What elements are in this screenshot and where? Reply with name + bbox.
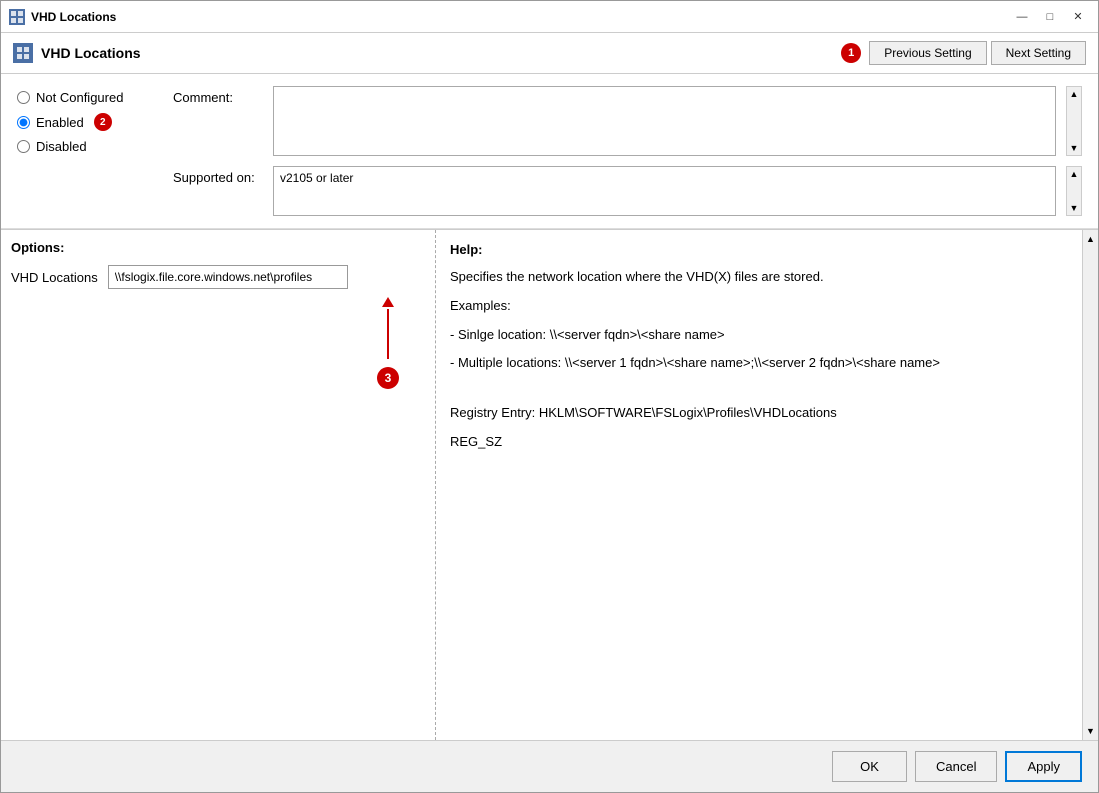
- enabled-badge: 2: [94, 113, 112, 131]
- top-section: Not Configured Enabled 2 Disabled Commen…: [1, 74, 1098, 229]
- arrow-head-icon: [382, 297, 394, 307]
- comment-row: Comment: ▲ ▼: [173, 86, 1082, 156]
- apply-button[interactable]: Apply: [1005, 751, 1082, 782]
- options-content: VHD Locations: [11, 265, 425, 289]
- comment-textarea[interactable]: [273, 86, 1056, 156]
- vhd-locations-label: VHD Locations: [11, 270, 98, 285]
- header-row: VHD Locations 1 Previous Setting Next Se…: [1, 33, 1098, 74]
- header-icon: [13, 43, 33, 63]
- nav-buttons: Previous Setting Next Setting: [869, 41, 1086, 65]
- minimize-button[interactable]: —: [1010, 7, 1034, 27]
- help-reg-type: REG_SZ: [450, 432, 1068, 453]
- help-scrollbar[interactable]: ▲ ▼: [1082, 230, 1098, 740]
- radio-disabled[interactable]: Disabled: [17, 139, 157, 154]
- previous-setting-button[interactable]: Previous Setting: [869, 41, 986, 65]
- split-section: Options: VHD Locations 3 Help: Specifies…: [1, 229, 1098, 740]
- vhd-locations-input[interactable]: [108, 265, 348, 289]
- radio-group: Not Configured Enabled 2 Disabled: [17, 86, 157, 216]
- content-area: Not Configured Enabled 2 Disabled Commen…: [1, 74, 1098, 740]
- help-title: Help:: [450, 242, 1068, 257]
- options-panel: Options: VHD Locations 3: [1, 230, 436, 740]
- radio-enabled-label: Enabled: [36, 115, 84, 130]
- ok-button[interactable]: OK: [832, 751, 907, 782]
- radio-not-configured-label: Not Configured: [36, 90, 123, 105]
- window-title: VHD Locations: [31, 10, 1010, 24]
- title-bar-controls: — □ ✕: [1010, 7, 1090, 27]
- help-description: Specifies the network location where the…: [450, 267, 1068, 288]
- radio-enabled[interactable]: Enabled 2: [17, 113, 157, 131]
- arrow-annotation: 3: [181, 299, 595, 389]
- comment-label: Comment:: [173, 86, 263, 105]
- window-icon: [9, 9, 25, 25]
- annotation-badge-3: 3: [377, 367, 399, 389]
- help-registry-entry: Registry Entry: HKLM\SOFTWARE\FSLogix\Pr…: [450, 403, 1068, 424]
- comment-scrollbar[interactable]: ▲ ▼: [1066, 86, 1082, 156]
- supported-on-label: Supported on:: [173, 166, 263, 185]
- close-button[interactable]: ✕: [1066, 7, 1090, 27]
- options-title: Options:: [11, 240, 425, 255]
- next-setting-button[interactable]: Next Setting: [991, 41, 1086, 65]
- window: VHD Locations — □ ✕ VHD Locations 1 Prev…: [0, 0, 1099, 793]
- cancel-button[interactable]: Cancel: [915, 751, 997, 782]
- footer: OK Cancel Apply: [1, 740, 1098, 792]
- title-bar: VHD Locations — □ ✕: [1, 1, 1098, 33]
- radio-not-configured-input[interactable]: [17, 91, 30, 104]
- supported-scrollbar[interactable]: ▲ ▼: [1066, 166, 1082, 216]
- supported-on-row: Supported on: v2105 or later ▲ ▼: [173, 166, 1082, 216]
- arrow-line: [387, 309, 389, 359]
- header-title: VHD Locations: [41, 45, 833, 61]
- header-badge: 1: [841, 43, 861, 63]
- supported-on-value: v2105 or later: [273, 166, 1056, 216]
- radio-not-configured[interactable]: Not Configured: [17, 90, 157, 105]
- form-fields: Comment: ▲ ▼ Supported on: v2105 or late…: [173, 86, 1082, 216]
- maximize-button[interactable]: □: [1038, 7, 1062, 27]
- radio-disabled-label: Disabled: [36, 139, 87, 154]
- radio-enabled-input[interactable]: [17, 116, 30, 129]
- radio-disabled-input[interactable]: [17, 140, 30, 153]
- supported-on-text: v2105 or later: [280, 171, 353, 185]
